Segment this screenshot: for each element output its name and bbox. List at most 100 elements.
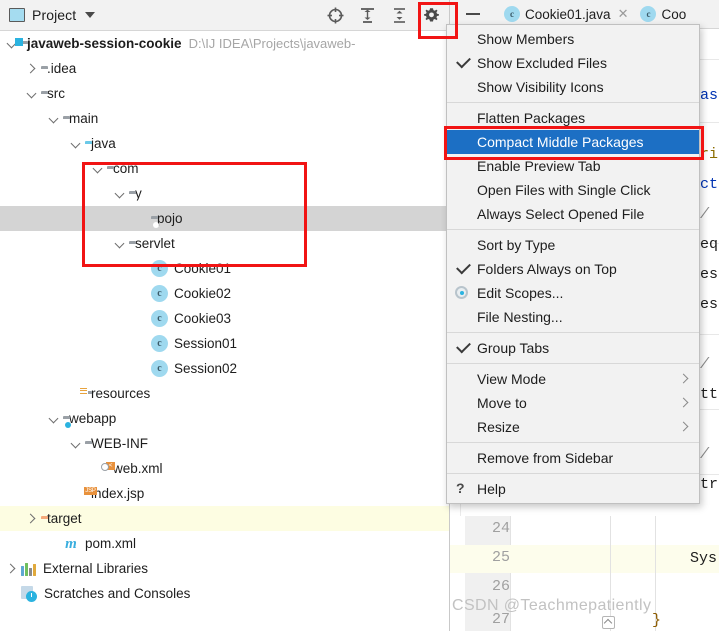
tree-node-webapp[interactable]: webapp	[0, 406, 449, 431]
chevron-down-icon[interactable]	[48, 413, 59, 424]
settings-gear-icon[interactable]	[422, 6, 441, 25]
menu-item-edit-scopes[interactable]: Edit Scopes...	[447, 281, 699, 305]
java-class-icon: c	[151, 310, 168, 327]
menu-item-label: Resize	[477, 419, 520, 435]
line-number: 26	[491, 578, 510, 595]
code-fragment: eq	[700, 236, 719, 253]
menu-item-file-nesting[interactable]: File Nesting...	[447, 305, 699, 329]
tab-label: Coo	[661, 6, 687, 22]
chevron-right-icon	[678, 397, 689, 408]
project-file-tree[interactable]: javaweb-session-cookie D:\IJ IDEA\Projec…	[0, 31, 449, 606]
menu-item-folders-always-on-top[interactable]: Folders Always on Top	[447, 257, 699, 281]
no-chevron-icon	[136, 338, 147, 349]
tree-node-pojo[interactable]: pojo	[0, 206, 449, 231]
tree-node-cookie03[interactable]: c Cookie03	[0, 306, 449, 331]
java-class-icon: c	[151, 335, 168, 352]
select-opened-file-icon[interactable]	[326, 6, 345, 25]
tree-node-scratches-and-consoles[interactable]: Scratches and Consoles	[0, 581, 449, 606]
menu-item-resize[interactable]: Resize	[447, 415, 699, 439]
tree-node-cookie02[interactable]: c Cookie02	[0, 281, 449, 306]
menu-item-always-select-opened-file[interactable]: Always Select Opened File	[447, 202, 699, 226]
tree-node-label: External Libraries	[43, 561, 149, 576]
tree-node-y[interactable]: y	[0, 181, 449, 206]
menu-separator	[447, 102, 699, 103]
menu-item-sort-by-type[interactable]: Sort by Type	[447, 233, 699, 257]
tree-node-label: Cookie03	[174, 311, 232, 326]
menu-item-show-visibility-icons[interactable]: Show Visibility Icons	[447, 75, 699, 99]
tree-node-main[interactable]: main	[0, 106, 449, 131]
tree-node-session01[interactable]: c Session01	[0, 331, 449, 356]
view-options-popup-menu[interactable]: Show Members Show Excluded Files Show Vi…	[446, 24, 700, 504]
tree-node-external-libraries[interactable]: External Libraries	[0, 556, 449, 581]
tree-node-com[interactable]: com	[0, 156, 449, 181]
no-chevron-icon	[136, 313, 147, 324]
menu-item-group-tabs[interactable]: Group Tabs	[447, 336, 699, 360]
tree-node-label: .idea	[47, 61, 77, 76]
tree-node-web-xml[interactable]: < web.xml	[0, 456, 449, 481]
check-icon	[456, 338, 471, 354]
tree-node-session02[interactable]: c Session02	[0, 356, 449, 381]
menu-item-label: Sort by Type	[477, 237, 556, 253]
menu-item-remove-from-sidebar[interactable]: Remove from Sidebar	[447, 446, 699, 470]
chevron-right-icon[interactable]	[26, 63, 37, 74]
tree-node-pom-xml[interactable]: m pom.xml	[0, 531, 449, 556]
tree-node-target[interactable]: target	[0, 506, 449, 531]
collapse-all-icon[interactable]	[390, 6, 409, 25]
watermark: CSDN @Teachmepatiently	[452, 597, 652, 614]
menu-separator	[447, 442, 699, 443]
menu-item-label: View Mode	[477, 371, 547, 387]
menu-item-label: Show Excluded Files	[477, 55, 607, 71]
chevron-right-icon	[678, 373, 689, 384]
menu-item-open-files-with-single-click[interactable]: Open Files with Single Click	[447, 178, 699, 202]
tree-node-label: Session01	[174, 336, 238, 351]
chevron-down-icon[interactable]	[26, 88, 37, 99]
chevron-right-icon[interactable]	[6, 563, 17, 574]
menu-item-enable-preview-tab[interactable]: Enable Preview Tab	[447, 154, 699, 178]
menu-item-flatten-packages[interactable]: Flatten Packages	[447, 106, 699, 130]
tree-node-label: target	[47, 511, 82, 526]
tree-node-cookie01[interactable]: c Cookie01	[0, 256, 449, 281]
tree-node-java[interactable]: java	[0, 131, 449, 156]
tree-node-label: java	[91, 136, 116, 151]
chevron-down-icon[interactable]	[114, 238, 125, 249]
tab-label: Cookie01.java	[525, 6, 611, 22]
menu-item-show-excluded-files[interactable]: Show Excluded Files	[447, 51, 699, 75]
menu-item-show-members[interactable]: Show Members	[447, 27, 699, 51]
menu-item-view-mode[interactable]: View Mode	[447, 367, 699, 391]
tree-node-src[interactable]: src	[0, 81, 449, 106]
tree-node-javaweb-session-cookie[interactable]: javaweb-session-cookie D:\IJ IDEA\Projec…	[0, 31, 449, 56]
tree-node-label: src	[47, 86, 65, 101]
chevron-down-icon[interactable]	[85, 12, 96, 18]
menu-item-help[interactable]: ? Help	[447, 477, 699, 501]
project-window-icon	[9, 8, 25, 22]
menu-item-label: Edit Scopes...	[477, 285, 564, 301]
code-fragment: tr	[700, 476, 719, 493]
tree-node-label: main	[69, 111, 99, 126]
tree-node-index-jsp[interactable]: JSP index.jsp	[0, 481, 449, 506]
menu-item-compact-middle-packages[interactable]: Compact Middle Packages	[447, 130, 699, 154]
tree-node-servlet[interactable]: servlet	[0, 231, 449, 256]
minimize-icon[interactable]	[466, 13, 480, 15]
expand-all-icon[interactable]	[358, 6, 377, 25]
chevron-right-icon	[678, 421, 689, 432]
scratches-icon	[21, 585, 38, 602]
menu-separator	[447, 473, 699, 474]
chevron-down-icon[interactable]	[70, 138, 81, 149]
code-fold-icon[interactable]	[602, 616, 615, 629]
check-icon	[456, 259, 471, 275]
tree-node-label: com	[113, 161, 139, 176]
tree-node-web-inf[interactable]: WEB-INF	[0, 431, 449, 456]
chevron-right-icon[interactable]	[26, 513, 37, 524]
chevron-down-icon[interactable]	[48, 113, 59, 124]
chevron-down-icon[interactable]	[114, 188, 125, 199]
close-icon[interactable]: ✕	[618, 6, 629, 22]
code-fragment: as	[700, 87, 719, 104]
tree-node-resources[interactable]: resources	[0, 381, 449, 406]
code-fragment: /	[700, 206, 710, 223]
no-chevron-icon	[136, 363, 147, 374]
chevron-down-icon[interactable]	[92, 163, 103, 174]
tree-node-idea[interactable]: .idea	[0, 56, 449, 81]
radio-button-icon	[455, 286, 468, 299]
chevron-down-icon[interactable]	[70, 438, 81, 449]
menu-item-move-to[interactable]: Move to	[447, 391, 699, 415]
